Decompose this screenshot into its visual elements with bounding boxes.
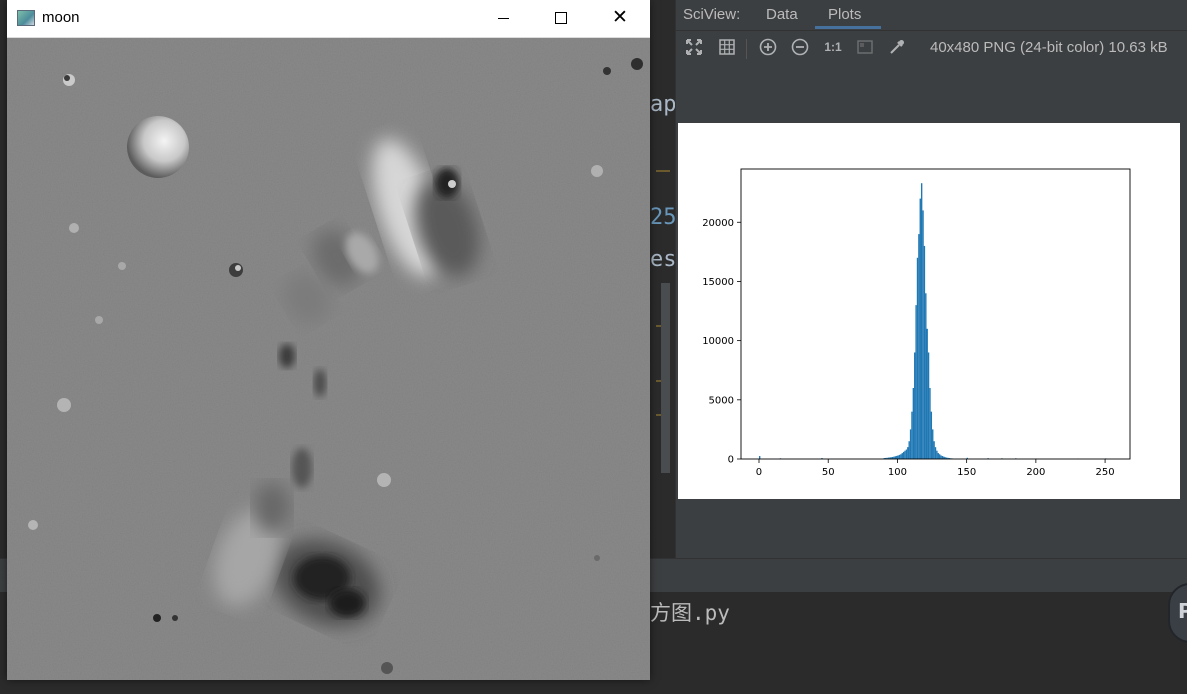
window-titlebar[interactable]: moon ✕ [7, 0, 650, 38]
maximize-button[interactable] [532, 0, 590, 37]
close-icon: ✕ [612, 6, 628, 28]
y-tick-label: 5000 [709, 395, 734, 406]
histogram-bar [927, 352, 930, 459]
histogram-bar [936, 450, 938, 459]
background-icon[interactable] [856, 38, 874, 56]
histogram-bar [901, 453, 903, 459]
run-tab-filename[interactable]: 方图.py [650, 597, 730, 627]
zoom-in-icon[interactable] [759, 38, 777, 56]
plot-toolbar: 1:1 40x480 PNG (24-bit color) 10.63 kB [676, 31, 1187, 63]
histogram-bar [925, 293, 927, 459]
y-axis-ticks: 0 5000 10000 15000 20000 [702, 218, 741, 466]
moon-image [7, 38, 650, 680]
editor-text-fragment: 25 [650, 205, 675, 230]
histogram-bar [900, 454, 902, 459]
tab-plots[interactable]: Plots [828, 6, 861, 23]
close-button[interactable]: ✕ [590, 0, 648, 37]
image-info: 40x480 PNG (24-bit color) 10.63 kB [930, 39, 1168, 56]
histogram-chart: 0 5000 10000 15000 20000 0 50 100 150 200 250 [702, 168, 1131, 478]
histogram-bar [904, 450, 906, 459]
moon-window[interactable]: moon ✕ [7, 0, 650, 680]
zoom-out-icon[interactable] [791, 38, 809, 56]
histogram-bar [908, 441, 910, 459]
histogram-bar [930, 411, 933, 459]
x-tick-label: 150 [957, 467, 976, 478]
histogram-bar [922, 210, 924, 459]
gutter-marker [656, 170, 670, 172]
sciview-label: SciView: [683, 6, 741, 23]
minimize-button[interactable] [474, 0, 532, 37]
window-title: moon [42, 9, 80, 26]
histogram-bar [916, 257, 919, 459]
y-tick-label: 15000 [702, 277, 734, 288]
histogram-bar [933, 441, 935, 459]
histogram-bar [937, 453, 939, 459]
x-axis-ticks: 0 50 100 150 200 250 [756, 459, 1115, 478]
active-tab-indicator [815, 26, 881, 29]
histogram-bar [911, 411, 913, 459]
histogram-bar [897, 455, 899, 459]
actual-size-icon[interactable]: 1:1 [822, 38, 844, 56]
y-tick-label: 10000 [702, 336, 734, 347]
histogram-bar [940, 455, 942, 459]
y-tick-label: 20000 [702, 218, 734, 229]
histogram-bar [905, 449, 908, 459]
moon-surface-image [7, 38, 650, 680]
minimize-icon [498, 18, 509, 19]
histogram-bar [929, 387, 931, 459]
fit-icon[interactable] [685, 38, 703, 56]
maximize-icon [555, 12, 567, 24]
x-tick-label: 50 [822, 467, 835, 478]
histogram-bar [912, 387, 915, 459]
histogram-bar [898, 454, 901, 459]
sciview-panel: SciView: Data Plots 1:1 40x480 PNG (24-b… [675, 0, 1187, 558]
histogram-bar [926, 328, 928, 459]
color-picker-icon[interactable] [888, 38, 906, 56]
python-icon: P [1178, 599, 1187, 623]
histogram-bar [932, 429, 934, 459]
x-tick-label: 250 [1096, 467, 1115, 478]
histogram-bar [923, 245, 926, 459]
histogram-bar [938, 454, 941, 459]
histogram-bar [907, 447, 909, 459]
sciview-tabbar: SciView: Data Plots [676, 0, 1187, 31]
histogram-bar [934, 447, 937, 459]
histogram-bar [920, 183, 923, 459]
grid-icon[interactable] [718, 38, 736, 56]
editor-scrollbar[interactable] [661, 283, 670, 473]
axes-frame [740, 168, 1131, 460]
histogram-plot[interactable]: 0 5000 10000 15000 20000 0 50 100 150 200 250 [678, 123, 1180, 499]
histogram-bar [914, 352, 916, 459]
x-tick-label: 200 [1026, 467, 1045, 478]
window-app-icon [17, 10, 35, 26]
histogram-bars [758, 183, 1107, 459]
histogram-bar [909, 429, 912, 459]
x-tick-label: 0 [756, 467, 762, 478]
x-tick-label: 100 [888, 467, 907, 478]
tab-data[interactable]: Data [766, 6, 798, 23]
toolbar-separator [746, 39, 747, 59]
y-tick-label: 0 [728, 455, 734, 466]
editor-text-fragment: ap [650, 92, 675, 117]
histogram-bar [918, 234, 920, 459]
histogram-bar [902, 451, 905, 459]
histogram-bar [915, 305, 917, 459]
histogram-bar [896, 455, 898, 459]
histogram-bar [919, 198, 921, 459]
editor-text-fragment: es [650, 247, 675, 272]
